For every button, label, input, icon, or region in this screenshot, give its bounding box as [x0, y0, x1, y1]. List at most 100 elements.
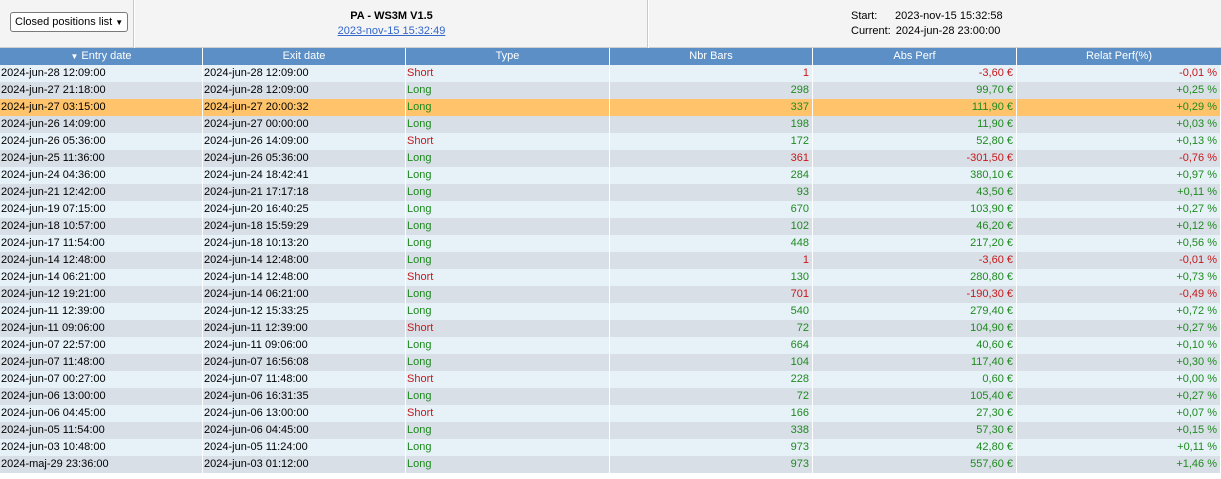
table-row[interactable]: 2024-jun-11 09:06:00 2024-jun-11 12:39:00… [0, 320, 1221, 337]
type-cell: Short [406, 371, 610, 388]
strategy-date-link[interactable]: 2023-nov-15 15:32:49 [135, 25, 648, 37]
relat-perf-cell: +0,29 % [1017, 99, 1221, 116]
exit-date-cell: 2024-jun-18 10:13:20 [203, 235, 406, 252]
column-header-abs-perf[interactable]: Abs Perf [813, 48, 1017, 65]
entry-date-cell: 2024-jun-26 05:36:00 [0, 133, 203, 150]
abs-perf-cell: 111,90 € [813, 99, 1017, 116]
nbr-bars-cell: 338 [610, 422, 813, 439]
exit-date-cell: 2024-jun-07 11:48:00 [203, 371, 406, 388]
toolbar-divider [647, 0, 649, 48]
table-row[interactable]: 2024-jun-11 12:39:00 2024-jun-12 15:33:25… [0, 303, 1221, 320]
entry-date-cell: 2024-jun-12 19:21:00 [0, 286, 203, 303]
relat-perf-cell: +1,46 % [1017, 456, 1221, 473]
type-cell: Long [406, 303, 610, 320]
entry-date-cell: 2024-jun-24 04:36:00 [0, 167, 203, 184]
positions-list-select[interactable]: Closed positions list ▼ [10, 12, 129, 32]
table-row[interactable]: 2024-jun-07 11:48:00 2024-jun-07 16:56:08… [0, 354, 1221, 371]
relat-perf-cell: +0,03 % [1017, 116, 1221, 133]
column-header-label: Entry date [81, 50, 132, 62]
column-header-exit-date[interactable]: Exit date [203, 48, 406, 65]
table-row[interactable]: 2024-jun-17 11:54:00 2024-jun-18 10:13:20… [0, 235, 1221, 252]
table-row[interactable]: 2024-jun-26 14:09:00 2024-jun-27 00:00:00… [0, 116, 1221, 133]
nbr-bars-cell: 130 [610, 269, 813, 286]
column-header-label: Exit date [282, 50, 326, 62]
column-header-type[interactable]: Type [406, 48, 610, 65]
nbr-bars-cell: 701 [610, 286, 813, 303]
relat-perf-cell: +0,27 % [1017, 201, 1221, 218]
column-header-nbr-bars[interactable]: Nbr Bars [610, 48, 813, 65]
table-row[interactable]: 2024-jun-14 12:48:00 2024-jun-14 12:48:00… [0, 252, 1221, 269]
relat-perf-cell: -0,49 % [1017, 286, 1221, 303]
table-row[interactable]: 2024-maj-29 23:36:00 2024-jun-03 01:12:00… [0, 456, 1221, 473]
relat-perf-cell: -0,01 % [1017, 65, 1221, 82]
relat-perf-cell: +0,25 % [1017, 82, 1221, 99]
type-cell: Long [406, 439, 610, 456]
sort-down-icon: ▼ [70, 52, 79, 61]
table-row[interactable]: 2024-jun-12 19:21:00 2024-jun-14 06:21:00… [0, 286, 1221, 303]
entry-date-cell: 2024-jun-21 12:42:00 [0, 184, 203, 201]
table-row[interactable]: 2024-jun-25 11:36:00 2024-jun-26 05:36:00… [0, 150, 1221, 167]
abs-perf-cell: 279,40 € [813, 303, 1017, 320]
type-cell: Long [406, 116, 610, 133]
table-row[interactable]: 2024-jun-14 06:21:00 2024-jun-14 12:48:00… [0, 269, 1221, 286]
table-row[interactable]: 2024-jun-06 13:00:00 2024-jun-06 16:31:35… [0, 388, 1221, 405]
entry-date-cell: 2024-jun-03 10:48:00 [0, 439, 203, 456]
exit-date-cell: 2024-jun-03 01:12:00 [203, 456, 406, 473]
exit-date-cell: 2024-jun-06 16:31:35 [203, 388, 406, 405]
abs-perf-cell: 380,10 € [813, 167, 1017, 184]
table-row[interactable]: 2024-jun-28 12:09:00 2024-jun-28 12:09:00… [0, 65, 1221, 82]
table-row[interactable]: 2024-jun-07 22:57:00 2024-jun-11 09:06:00… [0, 337, 1221, 354]
abs-perf-cell: 117,40 € [813, 354, 1017, 371]
exit-date-cell: 2024-jun-14 12:48:00 [203, 269, 406, 286]
column-header-relat-perf[interactable]: Relat Perf(%) [1017, 48, 1221, 65]
table-row[interactable]: 2024-jun-19 07:15:00 2024-jun-20 16:40:25… [0, 201, 1221, 218]
abs-perf-cell: -301,50 € [813, 150, 1017, 167]
abs-perf-cell: 557,60 € [813, 456, 1017, 473]
type-cell: Long [406, 218, 610, 235]
nbr-bars-cell: 172 [610, 133, 813, 150]
type-cell: Long [406, 167, 610, 184]
type-cell: Long [406, 184, 610, 201]
table-row[interactable]: 2024-jun-21 12:42:00 2024-jun-21 17:17:18… [0, 184, 1221, 201]
nbr-bars-cell: 166 [610, 405, 813, 422]
relat-perf-cell: +0,12 % [1017, 218, 1221, 235]
entry-date-cell: 2024-jun-11 12:39:00 [0, 303, 203, 320]
exit-date-cell: 2024-jun-06 13:00:00 [203, 405, 406, 422]
table-row[interactable]: 2024-jun-05 11:54:00 2024-jun-06 04:45:00… [0, 422, 1221, 439]
relat-perf-cell: +0,56 % [1017, 235, 1221, 252]
nbr-bars-cell: 973 [610, 456, 813, 473]
type-cell: Short [406, 269, 610, 286]
table-row[interactable]: 2024-jun-06 04:45:00 2024-jun-06 13:00:00… [0, 405, 1221, 422]
exit-date-cell: 2024-jun-21 17:17:18 [203, 184, 406, 201]
type-cell: Long [406, 82, 610, 99]
relat-perf-cell: +0,13 % [1017, 133, 1221, 150]
column-header-entry-date[interactable]: ▼ Entry date [0, 48, 203, 65]
abs-perf-cell: 0,60 € [813, 371, 1017, 388]
exit-date-cell: 2024-jun-26 05:36:00 [203, 150, 406, 167]
toolbar-divider [133, 0, 135, 48]
table-row[interactable]: 2024-jun-18 10:57:00 2024-jun-18 15:59:29… [0, 218, 1221, 235]
type-cell: Long [406, 354, 610, 371]
entry-date-cell: 2024-jun-27 03:15:00 [0, 99, 203, 116]
type-cell: Short [406, 320, 610, 337]
column-header-label: Nbr Bars [689, 50, 733, 62]
relat-perf-cell: +0,11 % [1017, 184, 1221, 201]
entry-date-cell: 2024-jun-06 13:00:00 [0, 388, 203, 405]
table-row[interactable]: 2024-jun-27 21:18:00 2024-jun-28 12:09:00… [0, 82, 1221, 99]
table-row[interactable]: 2024-jun-03 10:48:00 2024-jun-05 11:24:00… [0, 439, 1221, 456]
start-label: Start: [851, 10, 878, 22]
table-row[interactable]: 2024-jun-26 05:36:00 2024-jun-26 14:09:00… [0, 133, 1221, 150]
entry-date-cell: 2024-jun-07 22:57:00 [0, 337, 203, 354]
type-cell: Long [406, 388, 610, 405]
type-cell: Long [406, 99, 610, 116]
table-row[interactable]: 2024-jun-27 03:15:00 2024-jun-27 20:00:32… [0, 99, 1221, 116]
nbr-bars-cell: 1 [610, 65, 813, 82]
abs-perf-cell: -3,60 € [813, 65, 1017, 82]
nbr-bars-cell: 670 [610, 201, 813, 218]
type-cell: Long [406, 337, 610, 354]
column-header-label: Type [495, 50, 520, 62]
exit-date-cell: 2024-jun-24 18:42:41 [203, 167, 406, 184]
table-row[interactable]: 2024-jun-24 04:36:00 2024-jun-24 18:42:41… [0, 167, 1221, 184]
table-row[interactable]: 2024-jun-07 00:27:00 2024-jun-07 11:48:00… [0, 371, 1221, 388]
entry-date-cell: 2024-jun-11 09:06:00 [0, 320, 203, 337]
